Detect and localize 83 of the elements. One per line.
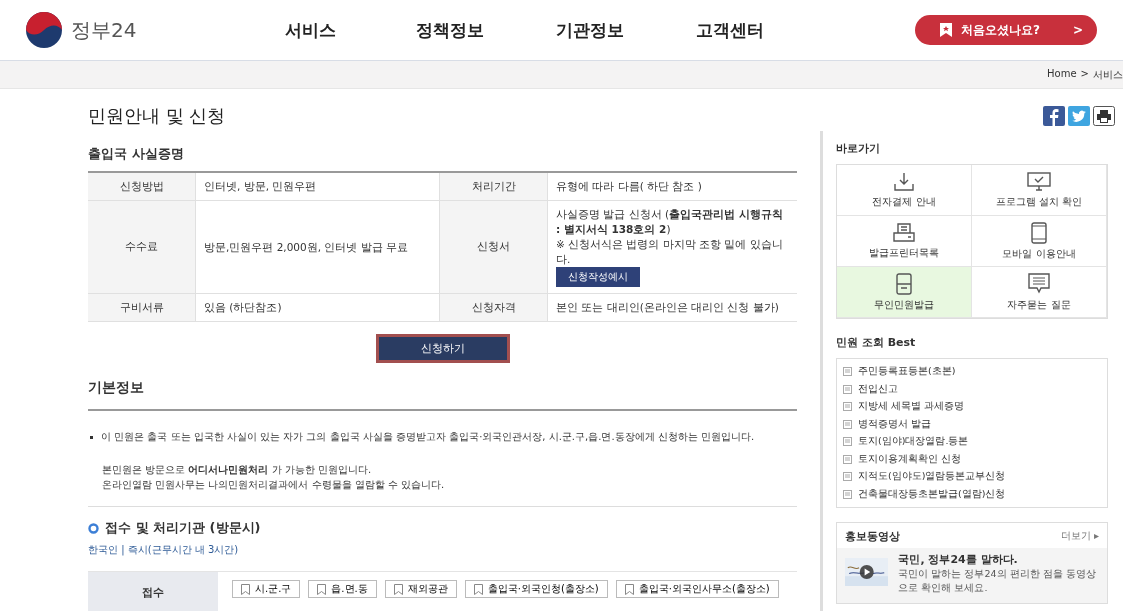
bullet-icon <box>90 436 93 439</box>
bookmark-icon <box>241 583 250 595</box>
bookmark-icon <box>317 583 327 595</box>
shortcut-link[interactable]: 자주묻는 질문 <box>972 267 1107 318</box>
video-heading: 홍보동영상 <box>845 529 900 544</box>
speech-bubble-icon <box>1027 272 1051 295</box>
breadcrumb-separator: > <box>1080 67 1089 81</box>
office-button[interactable]: 재외공관 <box>384 580 457 598</box>
table-header-cell: 수수료 <box>88 200 196 294</box>
document-icon <box>843 472 852 482</box>
table-cell: 방문,민원우편 2,000원, 인터넷 발급 무료 <box>195 200 440 294</box>
logo-icon[interactable] <box>25 11 63 49</box>
office-button[interactable]: 시.군.구 <box>232 580 301 598</box>
section-heading: 출입국 사실증명 <box>88 145 185 163</box>
popular-service-link[interactable]: 지방세 세목별 과세증명 <box>858 400 965 414</box>
bookmark-icon <box>624 583 634 595</box>
popular-service-link[interactable]: 건축물대장등초본발급(열람)신청 <box>858 487 1006 501</box>
info-text: 온라인열람 민원사무는 나의민원처리결과에서 수령물을 열람할 수 있습니다. <box>102 478 446 492</box>
document-icon <box>843 402 852 412</box>
kiosk-icon <box>896 272 912 295</box>
apply-button[interactable]: 신청하기 <box>375 334 510 363</box>
circle-icon <box>88 522 99 534</box>
mobile-phone-icon <box>1031 221 1047 244</box>
shortcut-link[interactable]: 전자결제 안내 <box>837 165 972 216</box>
table-header-cell: 구비서류 <box>88 293 196 322</box>
table-cell-text: 유형에 따라 다름( 하단 참조 ) <box>556 179 703 194</box>
breadcrumb-link[interactable]: 서비스 <box>1093 67 1123 82</box>
info-text: 본민원은 방문으로 어디서나민원처리 가 가능한 민원입니다. <box>102 463 373 477</box>
bullet-text: 이 민원은 출국 또는 입국한 사실이 있는 자가 그의 출입국 사실을 증명받고자 출입국·외국인관서장, 시.군.구,읍.면.동장에게 신청하는 민원입니다. <box>101 430 755 444</box>
table-header-cell: 신청자격 <box>439 293 548 322</box>
document-icon <box>843 489 852 499</box>
nav-link[interactable]: 정책정보 <box>380 18 520 42</box>
row-label: 접수 <box>88 572 218 611</box>
print-icon[interactable] <box>1093 106 1115 126</box>
more-link[interactable]: 더보기 ▸ <box>1060 529 1099 544</box>
shortcut-link[interactable]: 발급프린터목록 <box>837 216 972 267</box>
note-text: ※ 신청서식은 법령의 마지막 조항 밑에 있습니다. <box>556 237 784 267</box>
popular-service-link[interactable]: 전입신고 <box>858 382 898 396</box>
table-header-cell: 신청방법 <box>88 172 196 201</box>
monitor-icon <box>1027 171 1051 192</box>
document-icon <box>843 454 852 464</box>
office-button[interactable]: 읍.면.동 <box>308 580 377 598</box>
shortcut-link[interactable]: 무인민원발급 <box>837 267 972 318</box>
breadcrumb-link[interactable]: Home <box>1047 67 1077 82</box>
bookmark-icon <box>473 583 483 595</box>
nav-link[interactable]: 고객센터 <box>660 18 800 42</box>
section-heading: 접수 및 처리기관 (방문시) <box>105 519 261 537</box>
table-header-cell: 처리기간 <box>439 172 548 201</box>
shortcut-link[interactable]: 프로그램 설치 확인 <box>972 165 1107 216</box>
popular-service-link[interactable]: 병적증명서 발급 <box>858 417 932 431</box>
document-icon <box>843 419 852 429</box>
section-heading: 기본정보 <box>88 379 797 411</box>
video-description: 국민이 말하는 정부24의 편리한 점을 동영상으로 확인해 보세요. <box>898 567 1097 595</box>
logo-text[interactable]: 정부24 <box>71 16 137 44</box>
document-icon <box>843 367 852 377</box>
table-cell-text: 본인 또는 대리인(온라인은 대리인 신청 불가) <box>556 300 780 315</box>
bookmark-icon <box>939 22 953 38</box>
bookmark-icon <box>393 583 403 595</box>
table-cell: 있음 (하단참조) <box>195 293 440 322</box>
document-icon <box>843 437 852 447</box>
table-header-cell: 신청서 <box>439 200 548 294</box>
page-title: 민원안내 및 신청 <box>88 104 226 128</box>
sidebar-heading: 민원 조회 Best <box>836 335 917 350</box>
sidebar-heading: 바로가기 <box>836 141 881 156</box>
processing-time-text: 한국인 | 즉시(근무시간 내 3시간) <box>88 543 240 557</box>
popular-service-link[interactable]: 주민등록표등본(초본) <box>858 365 956 379</box>
popular-service-link[interactable]: 지적도(임야도)열람등본교부신청 <box>858 470 1006 484</box>
printer-icon <box>892 222 916 243</box>
example-button[interactable]: 신청작성예시 <box>556 267 640 287</box>
popular-service-link[interactable]: 토지이용계획확인 신청 <box>858 452 962 466</box>
video-title[interactable]: 국민, 정부24를 말하다. <box>898 552 1099 567</box>
document-icon <box>843 384 852 394</box>
nav-link[interactable]: 기관정보 <box>520 18 660 42</box>
office-button[interactable]: 출입국·외국인사무소(출장소) <box>615 580 779 598</box>
table-cell-text: 사실증명 발급 신청서 (출입국관리법 시행규칙 : 별지서식 138호의 2) <box>556 207 784 237</box>
nav-link[interactable]: 서비스 <box>240 18 380 42</box>
popular-service-link[interactable]: 토지(임야)대장열람.등본 <box>858 435 969 449</box>
table-cell: 인터넷, 방문, 민원우편 <box>195 172 440 201</box>
office-button[interactable]: 출입국·외국인청(출장소) <box>464 580 608 598</box>
first-visit-button[interactable]: 처음오셨나요? > <box>915 15 1097 45</box>
shortcut-link[interactable]: 모바일 이용안내 <box>972 216 1107 267</box>
facebook-icon[interactable] <box>1043 106 1065 126</box>
download-icon <box>893 171 915 192</box>
